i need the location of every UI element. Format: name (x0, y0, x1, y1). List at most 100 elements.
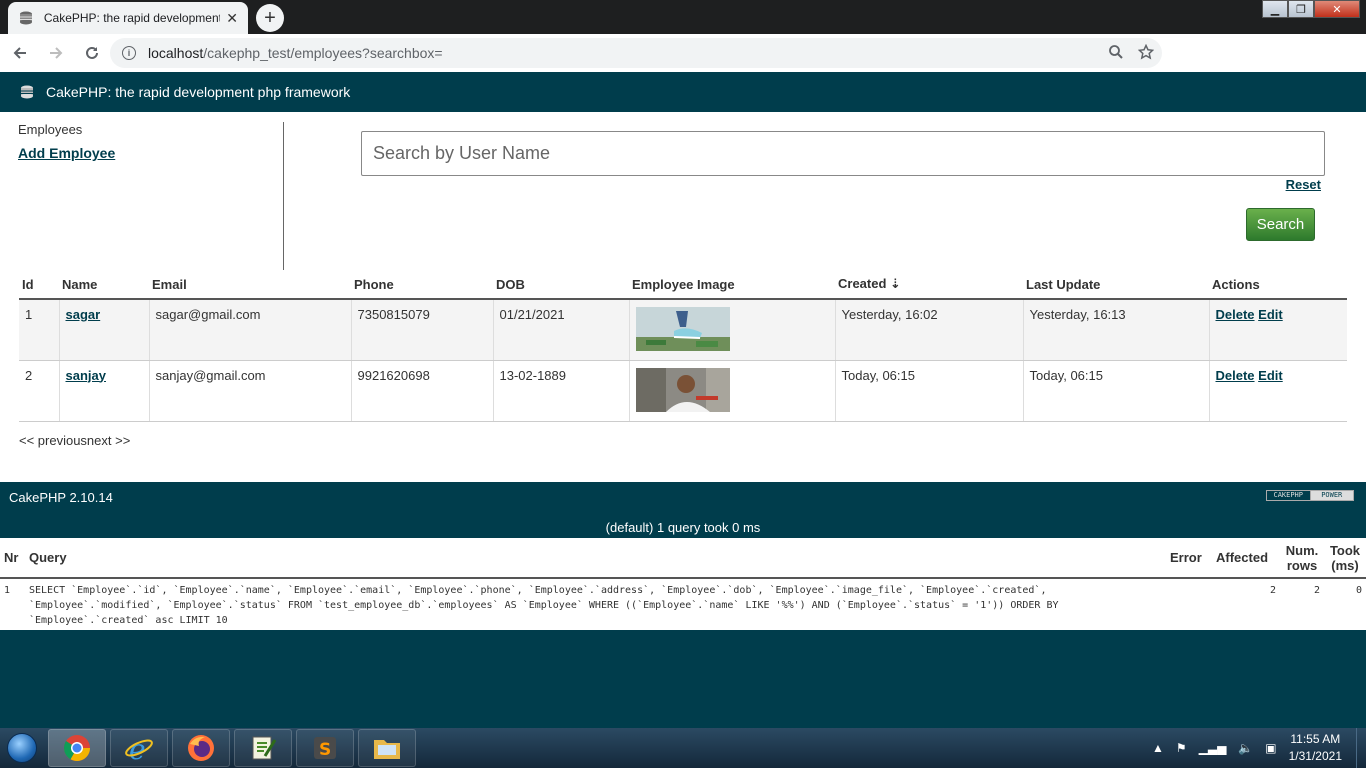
add-employee-link[interactable]: Add Employee (18, 145, 283, 161)
windows-taskbar: e S ▲ ⚑ ▁▃▅ 🔈 ▣ 11:55 AM 1/31/2021 (0, 728, 1366, 768)
column-header-email[interactable]: Email (149, 272, 351, 300)
column-header-dob[interactable]: DOB (493, 272, 629, 300)
column-header-created[interactable]: Created ⇣ (835, 272, 1023, 300)
employee-name-link[interactable]: sagar (66, 307, 101, 322)
volume-icon[interactable]: 🔈 (1238, 741, 1253, 755)
windows-orb-icon (7, 733, 37, 763)
taskbar-sublime-text[interactable]: S (296, 729, 354, 767)
maximize-button[interactable]: ❐ (1288, 0, 1314, 18)
reload-icon[interactable] (76, 37, 108, 69)
url-text: localhost/cakephp_test/employees?searchb… (148, 45, 443, 61)
sql-cell-num-rows: 2 (1313, 585, 1320, 596)
show-desktop-button[interactable] (1356, 728, 1366, 768)
svg-text:e: e (129, 733, 146, 763)
cakephp-favicon-icon (18, 10, 34, 26)
power-icon[interactable]: ▣ (1265, 741, 1276, 755)
internet-explorer-icon: e (125, 733, 153, 763)
actions-sidebar: Employees Add Employee (18, 122, 284, 270)
sql-header-num-rows: Num. rows (1280, 538, 1324, 579)
sql-log: Nr Query Error Affected Num. rows Took (… (0, 538, 1366, 630)
column-header-image[interactable]: Employee Image (629, 272, 835, 300)
url-host: localhost (148, 45, 204, 61)
action-center-flag-icon[interactable]: ⚑ (1176, 741, 1187, 755)
tab-title: CakePHP: the rapid development php frame… (43, 11, 221, 25)
employee-name-link[interactable]: sanjay (66, 368, 106, 383)
bookmark-star-icon[interactable] (1137, 43, 1155, 65)
cell-updated: Today, 06:15 (1023, 360, 1210, 422)
zoom-icon[interactable] (1108, 44, 1124, 65)
sql-log-table: Nr Query Error Affected Num. rows Took (… (0, 538, 1366, 632)
forward-arrow-icon[interactable] (40, 37, 72, 69)
taskbar-firefox[interactable] (172, 729, 230, 767)
column-header-actions: Actions (1209, 272, 1347, 300)
sql-row: 1 SELECT `Employee`.`id`, `Employee`.`na… (0, 578, 1366, 632)
actions-heading: Employees (18, 122, 83, 137)
cell-actions: Delete Edit (1209, 360, 1347, 422)
cell-phone: 9921620698 (351, 360, 494, 422)
cakephp-power-badge[interactable]: CAKEPHP POWER (1266, 490, 1354, 501)
cell-email: sanjay@gmail.com (149, 360, 352, 422)
browser-tab[interactable]: CakePHP: the rapid development php frame… (8, 2, 248, 34)
start-button[interactable] (0, 728, 44, 768)
delete-link[interactable]: Delete (1216, 368, 1255, 383)
column-header-id[interactable]: Id (19, 272, 59, 300)
back-arrow-icon[interactable] (4, 37, 36, 69)
show-hidden-icons-icon[interactable]: ▲ (1152, 741, 1164, 755)
folder-icon (374, 740, 400, 759)
app-title: CakePHP: the rapid development php frame… (46, 84, 351, 100)
taskbar-file-explorer[interactable] (358, 729, 416, 767)
edit-link[interactable]: Edit (1258, 368, 1283, 383)
omnibox-icons (1108, 43, 1155, 65)
column-header-name[interactable]: Name (59, 272, 149, 300)
delete-link[interactable]: Delete (1216, 307, 1255, 322)
browser-titlebar: CakePHP: the rapid development php frame… (0, 0, 1366, 34)
pagination[interactable]: << previousnext >> (19, 433, 130, 448)
cell-updated: Yesterday, 16:13 (1023, 299, 1210, 361)
system-clock[interactable]: 11:55 AM 1/31/2021 (1289, 731, 1342, 765)
page: CakePHP: the rapid development php frame… (0, 72, 1366, 728)
footer-version: CakePHP 2.10.14 (9, 489, 113, 505)
address-bar[interactable]: i localhost/cakephp_test/employees?searc… (110, 38, 1162, 68)
column-header-phone[interactable]: Phone (351, 272, 493, 300)
table-header-row: Id Name Email Phone DOB Employee Image C… (19, 272, 1347, 300)
edit-link[interactable]: Edit (1258, 307, 1283, 322)
network-signal-icon[interactable]: ▁▃▅ (1199, 741, 1227, 755)
sql-cell-affected: 2 (1269, 585, 1276, 596)
notepad-icon (252, 736, 277, 760)
cell-name: sanjay (59, 360, 150, 422)
sql-cell-took: 0 (1355, 585, 1362, 596)
sql-header-query: Query (25, 538, 1166, 579)
app-header: CakePHP: the rapid development php frame… (0, 72, 1366, 112)
sql-log-caption: (default) 1 query took 0 ms (605, 520, 761, 535)
cell-image (629, 299, 836, 361)
reset-link[interactable]: Reset (1286, 177, 1321, 192)
minimize-button[interactable]: ▁ (1262, 0, 1288, 18)
sublime-text-icon: S (314, 737, 336, 760)
cell-actions: Delete Edit (1209, 299, 1347, 361)
column-header-last-update[interactable]: Last Update (1023, 272, 1209, 300)
tab-close-icon[interactable]: ✕ (226, 10, 238, 27)
window-controls: ▁ ❐ ✕ (1262, 0, 1360, 18)
cell-email: sagar@gmail.com (149, 299, 352, 361)
sql-header-nr: Nr (0, 538, 25, 579)
site-info-icon[interactable]: i (122, 46, 136, 60)
taskbar-internet-explorer[interactable]: e (110, 729, 168, 767)
search-input[interactable] (361, 131, 1325, 176)
main-content: Employees Add Employee Reset Search Id N… (0, 112, 1366, 482)
sql-cell-nr: 1 (4, 585, 11, 596)
cell-name: sagar (59, 299, 150, 361)
clock-time: 11:55 AM (1290, 732, 1341, 746)
new-tab-button[interactable]: + (256, 4, 284, 32)
sql-header-row: Nr Query Error Affected Num. rows Took (… (0, 538, 1366, 579)
sql-cell-error (1166, 578, 1212, 632)
employee-photo-shoes (635, 307, 730, 351)
table-row: 1 sagar sagar@gmail.com 7350815079 01/21… (19, 299, 1347, 361)
cakephp-logo-icon (20, 85, 34, 99)
cell-id: 1 (19, 299, 60, 361)
svg-text:S: S (319, 740, 331, 760)
cell-image (629, 360, 836, 422)
taskbar-chrome[interactable] (48, 729, 106, 767)
taskbar-notepad-plus[interactable] (234, 729, 292, 767)
close-window-button[interactable]: ✕ (1314, 0, 1360, 18)
search-button[interactable]: Search (1246, 208, 1315, 241)
